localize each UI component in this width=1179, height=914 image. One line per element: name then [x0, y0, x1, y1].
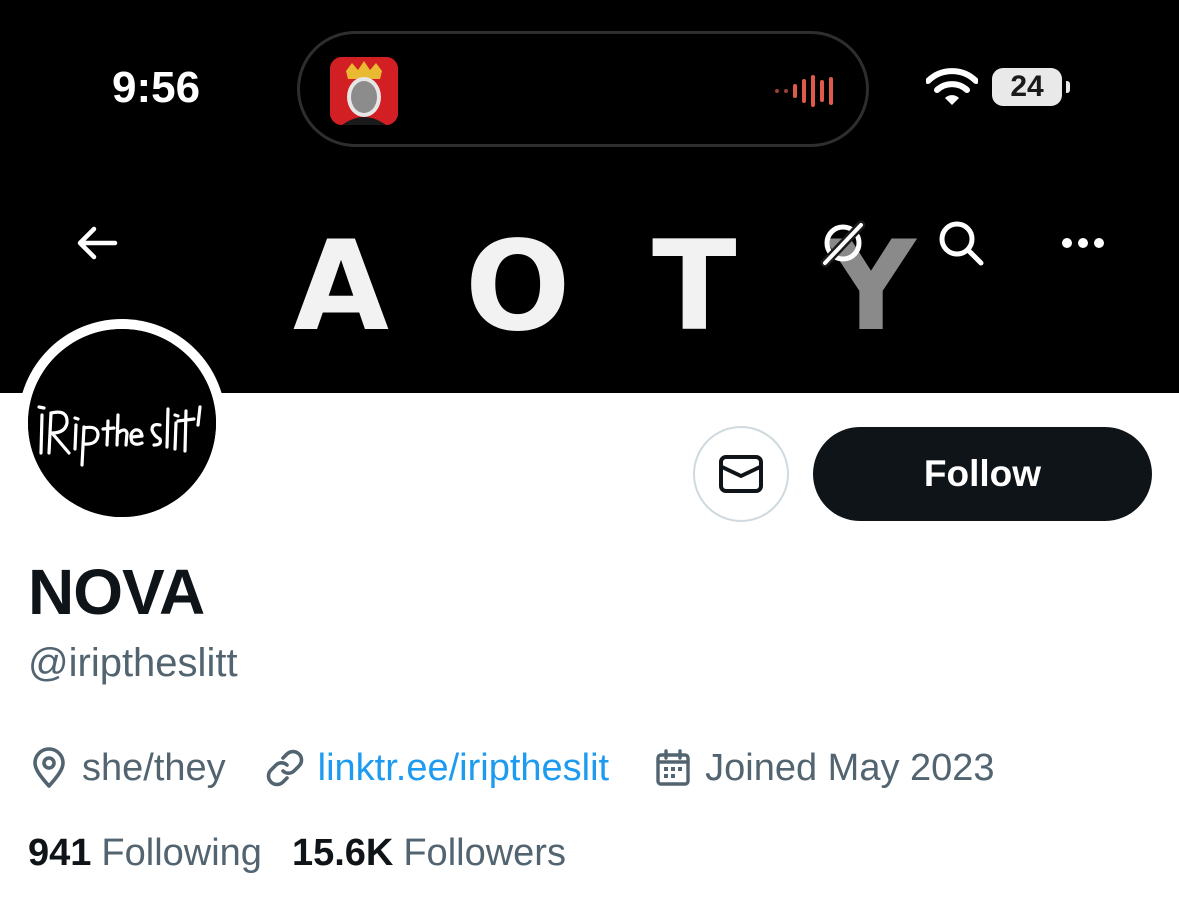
follow-button[interactable]: Follow	[813, 427, 1152, 521]
eye-slash-icon	[820, 220, 866, 268]
search-icon	[939, 221, 984, 266]
follow-stats: 941 Following 15.6K Followers	[28, 828, 566, 878]
joined-date: Joined May 2023	[705, 746, 995, 789]
following-count: 941	[28, 831, 92, 874]
banner-letter: A	[293, 215, 389, 359]
battery-nub	[1066, 81, 1070, 93]
avatar-logo	[28, 329, 216, 517]
back-button[interactable]	[62, 208, 132, 278]
calendar-icon	[656, 749, 690, 786]
wifi-icon	[925, 68, 979, 111]
status-time: 9:56	[112, 63, 201, 112]
following-label: Following	[101, 831, 262, 874]
followers-label: Followers	[403, 831, 566, 874]
followers-count: 15.6K	[291, 831, 394, 874]
location-pin-icon	[33, 747, 65, 788]
search-button[interactable]	[926, 208, 996, 278]
message-button[interactable]	[693, 426, 789, 522]
pronouns-text: she/they	[82, 746, 226, 789]
dynamic-island[interactable]	[297, 31, 869, 147]
avatar[interactable]	[18, 319, 226, 527]
pronouns-item: she/they	[30, 747, 226, 790]
audio-waveform-icon	[775, 75, 833, 107]
more-icon	[1062, 238, 1104, 248]
profile-meta: she/they linktr.ee/iriptheslit Joined Ma…	[30, 742, 995, 794]
website-item[interactable]: linktr.ee/iriptheslit	[266, 747, 609, 790]
following-stat[interactable]: 941 Following	[28, 832, 262, 875]
link-icon	[266, 749, 303, 787]
back-arrow-icon	[77, 226, 118, 260]
now-playing-artwork	[330, 57, 398, 125]
display-name: NOVA	[28, 556, 205, 628]
website-link[interactable]: linktr.ee/iriptheslit	[318, 747, 609, 790]
more-button[interactable]	[1048, 208, 1118, 278]
battery-indicator: 24	[992, 68, 1062, 106]
banner-letter: T	[652, 215, 737, 359]
avatar-image	[28, 329, 216, 517]
envelope-icon	[719, 455, 763, 493]
username-handle: @iriptheslitt	[28, 641, 238, 685]
banner-letter: O	[464, 215, 571, 359]
hide-button[interactable]	[808, 208, 878, 278]
joined-item: Joined May 2023	[655, 746, 995, 790]
followers-stat[interactable]: 15.6K Followers	[292, 832, 566, 875]
